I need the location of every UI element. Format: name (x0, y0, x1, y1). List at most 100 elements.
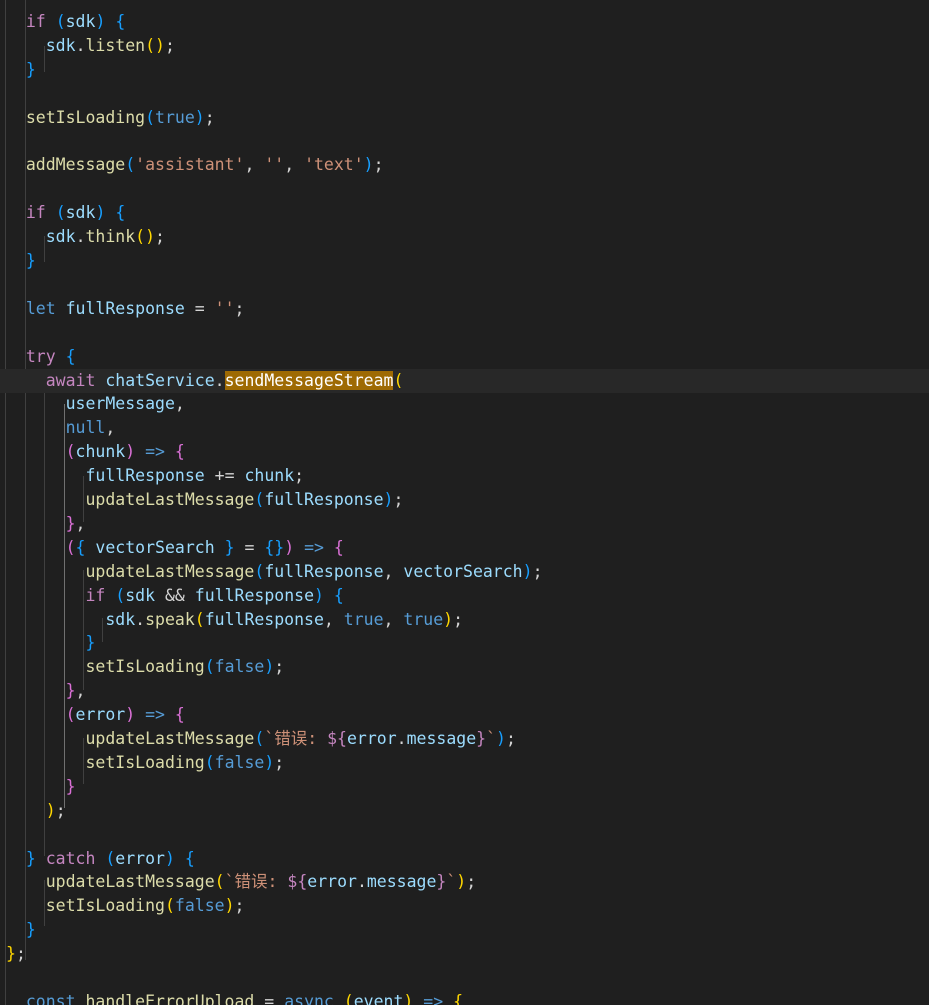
code-line[interactable]: updateLastMessage(fullResponse, vectorSe… (6, 560, 542, 584)
code-line[interactable]: }, (6, 679, 86, 703)
code-token: const (25, 991, 76, 1005)
code-token: speak (145, 609, 195, 629)
code-token: ) (194, 107, 205, 127)
code-token: } (85, 633, 96, 653)
code-line[interactable]: } catch (error) { (6, 847, 195, 871)
code-token: if (25, 12, 46, 31)
code-token: ) (125, 442, 136, 462)
code-token: ) (443, 609, 454, 629)
code-token: ( (204, 657, 215, 677)
code-line[interactable]: addMessage('assistant', '', 'text'); (6, 153, 384, 177)
code-line[interactable]: setIsLoading(true); (6, 106, 215, 130)
code-line[interactable]: ({ vectorSearch } = {}) => { (6, 536, 344, 560)
code-editor[interactable]: if (sdk) { sdk.listen(); } setIsLoading(… (0, 0, 929, 1005)
code-line[interactable]: updateLastMessage(`错误: ${error.message}`… (6, 727, 515, 751)
code-line[interactable]: if (sdk) { (6, 201, 125, 225)
code-token: fullResponse (264, 490, 384, 509)
code-token: updateLastMessage (45, 872, 215, 892)
code-line-content: setIsLoading(false); (6, 753, 284, 772)
code-token: = (254, 991, 285, 1005)
code-token: ` (446, 872, 457, 892)
code-token: { (184, 848, 195, 868)
code-line[interactable]: }; (6, 942, 26, 966)
code-line[interactable]: } (6, 918, 36, 942)
code-line[interactable]: } (6, 58, 36, 82)
code-line[interactable]: try { (6, 345, 76, 369)
code-line[interactable]: fullResponse += chunk; (6, 464, 304, 488)
code-token: . (356, 872, 367, 892)
code-line[interactable]: userMessage, (6, 392, 185, 416)
code-line[interactable]: }, (6, 512, 86, 536)
code-token: } (65, 776, 76, 796)
code-line[interactable]: null, (6, 416, 116, 440)
highlighted-token: sendMessageStream (224, 370, 394, 390)
code-line[interactable]: } (6, 249, 36, 273)
code-token: ( (343, 991, 354, 1005)
code-line[interactable]: await chatService.sendMessageStream( (0, 368, 929, 393)
code-token: ) (164, 848, 175, 868)
code-token: ) (363, 155, 374, 175)
code-line[interactable]: } (6, 775, 76, 799)
code-line-content: fullResponse += chunk; (6, 466, 304, 485)
code-token: ( (65, 705, 76, 725)
code-token: ; (155, 227, 165, 247)
code-line[interactable]: sdk.speak(fullResponse, true, true); (6, 608, 463, 632)
code-line[interactable]: (error) => { (6, 703, 185, 727)
code-token: ) (496, 729, 506, 748)
code-token: ; (164, 35, 175, 55)
code-token: ) (264, 657, 275, 677)
code-line[interactable]: ); (6, 799, 66, 823)
code-token: ( (105, 848, 116, 868)
code-token: ; (373, 155, 384, 175)
code-token: true (403, 609, 444, 629)
code-line[interactable]: let fullResponse = ''; (6, 297, 245, 321)
code-line[interactable]: sdk.listen(); (6, 34, 175, 58)
code-line-content: updateLastMessage(`错误: ${error.message}`… (6, 872, 476, 891)
code-token: vectorSearch (403, 561, 523, 581)
code-line[interactable]: setIsLoading(false); (6, 655, 284, 679)
code-token: ; (294, 466, 305, 486)
code-token: addMessage (25, 155, 126, 175)
code-token: ) (45, 800, 56, 820)
code-line[interactable]: updateLastMessage(fullResponse); (6, 488, 403, 512)
code-token: fullResponse (65, 298, 185, 318)
code-line[interactable]: const handleErrorUpload = async (event) … (6, 990, 463, 1005)
code-line[interactable]: if (sdk) { (6, 10, 125, 34)
code-token: ; (55, 800, 66, 820)
code-token: ) (224, 896, 235, 916)
code-line-content: }, (6, 514, 86, 533)
code-token: () (135, 227, 156, 247)
code-line[interactable]: sdk.think(); (6, 225, 165, 249)
code-line[interactable]: setIsLoading(false); (6, 894, 245, 918)
code-token: ( (204, 752, 215, 772)
code-token: } (224, 537, 235, 557)
code-token: error (307, 872, 357, 892)
code-token: sdk (65, 203, 96, 223)
code-line-content: let fullResponse = ''; (6, 298, 245, 318)
code-line-content: sdk.speak(fullResponse, true, true); (6, 610, 463, 629)
code-token: updateLastMessage (85, 490, 255, 509)
code-token: if (85, 585, 106, 605)
code-line[interactable]: (chunk) => { (6, 440, 185, 464)
code-line[interactable]: setIsLoading(false); (6, 751, 284, 775)
code-line[interactable]: updateLastMessage(`错误: ${error.message}`… (6, 870, 476, 894)
code-line[interactable]: if (sdk && fullResponse) { (6, 584, 343, 608)
code-token: '' (264, 155, 285, 175)
code-line[interactable]: } (6, 631, 95, 655)
code-token: . (75, 227, 86, 247)
